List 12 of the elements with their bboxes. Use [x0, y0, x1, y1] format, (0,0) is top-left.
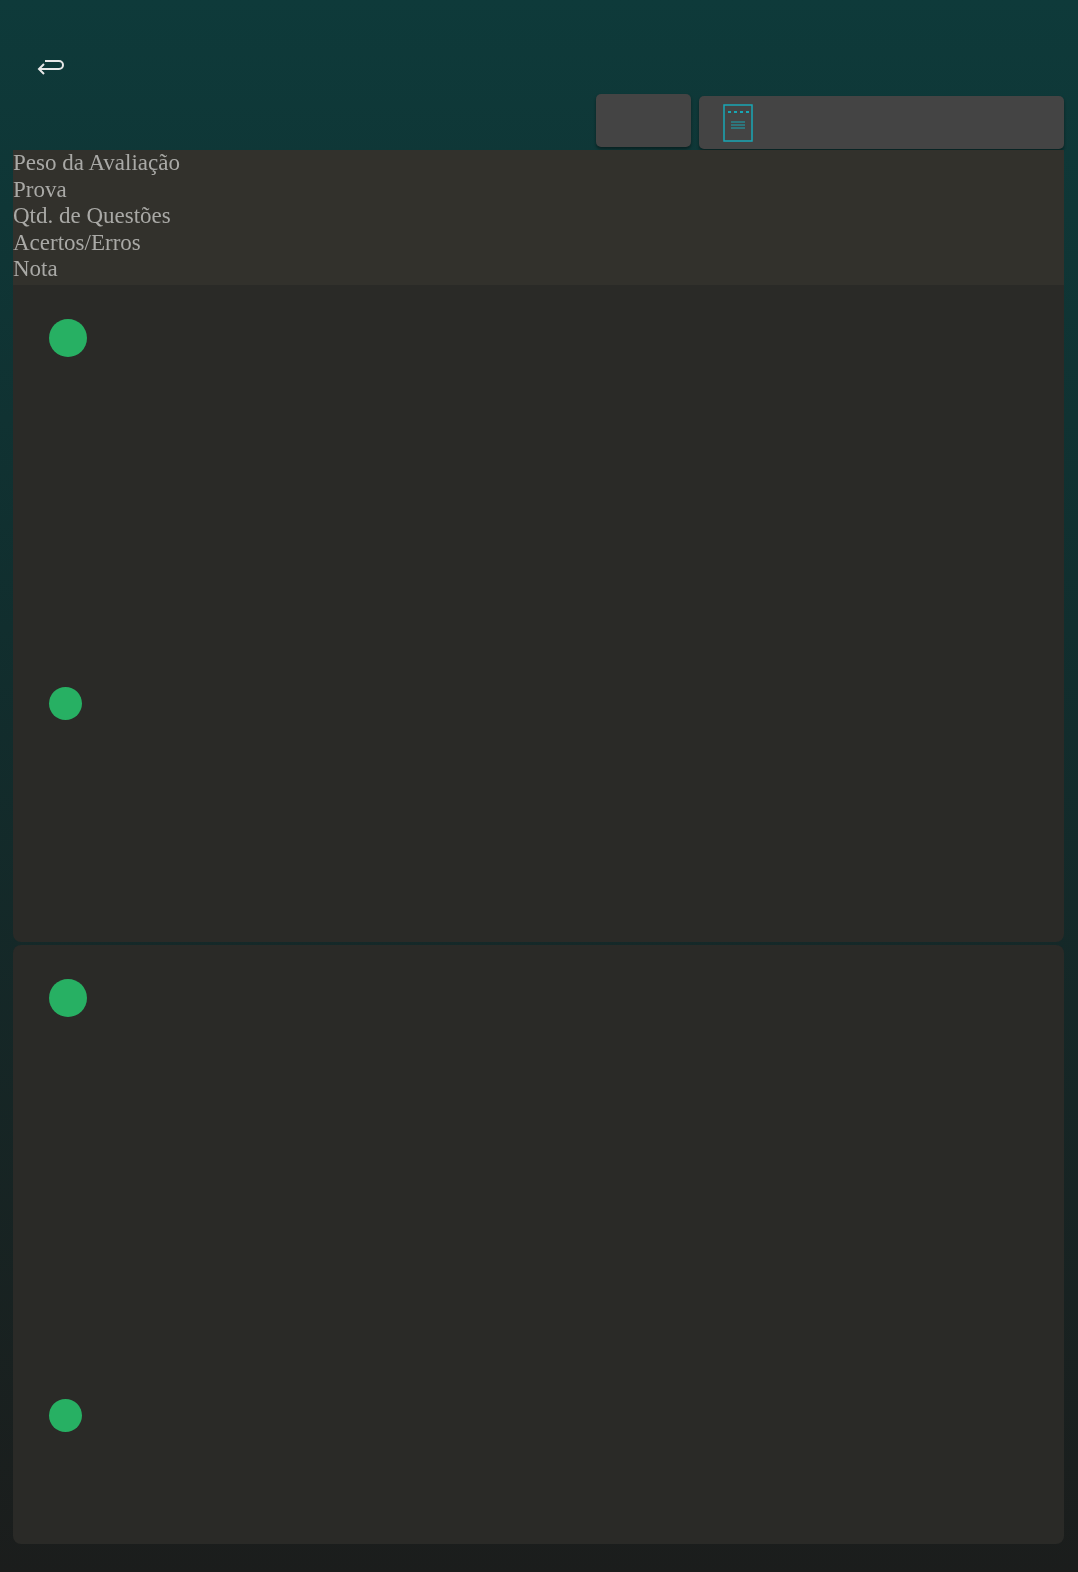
column-label: Peso da Avaliação — [13, 150, 181, 177]
status-dot — [49, 686, 82, 720]
column-label: Acertos/Erros — [13, 229, 142, 257]
column-label: Qtd. de Questões — [13, 203, 172, 230]
document-button[interactable] — [699, 96, 1064, 149]
document-icon — [723, 103, 753, 142]
toolbar-button[interactable] — [596, 94, 691, 147]
status-dot — [49, 1398, 82, 1432]
column-label: Nota — [13, 256, 59, 283]
status-dot — [49, 978, 87, 1017]
status-dot — [49, 318, 87, 357]
column-label: Prova — [13, 176, 68, 204]
